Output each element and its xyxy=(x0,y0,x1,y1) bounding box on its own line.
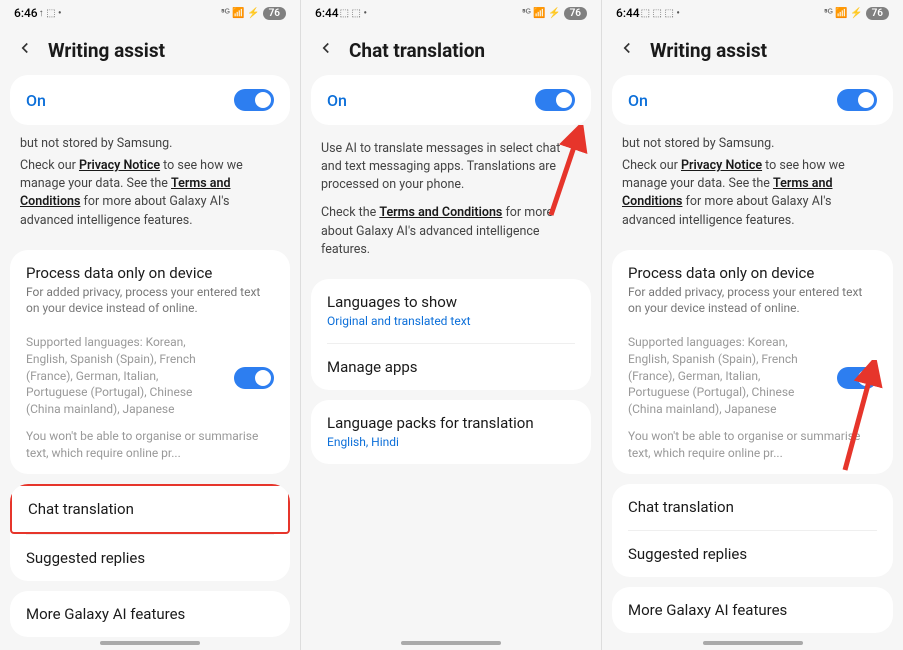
privacy-desc: Check our Privacy Notice to see how we m… xyxy=(20,157,280,230)
terms-link[interactable]: Terms and Conditions xyxy=(379,205,502,220)
status-time: 6:44 xyxy=(315,6,339,20)
languages-card: Languages to show Original and translate… xyxy=(311,279,591,390)
status-bar: 6:46 ↑ ⬚ • ⁵ᴳ 📶 ⚡ 76 xyxy=(0,0,300,24)
process-data-card: Process data only on device For added pr… xyxy=(612,250,893,474)
on-toggle-card[interactable]: On xyxy=(311,75,591,125)
on-label: On xyxy=(327,91,347,110)
chat-terms-desc: Check the Terms and Conditions for more … xyxy=(321,204,581,258)
process-data-toggle[interactable] xyxy=(837,367,877,389)
status-bar: 6:44 ⬚ ⬚ ⬚ • ⁵ᴳ 📶 ⚡ 76 xyxy=(602,0,903,24)
battery-indicator: 76 xyxy=(866,7,889,20)
home-indicator[interactable] xyxy=(100,641,200,645)
home-indicator[interactable] xyxy=(703,641,803,645)
on-toggle-card[interactable]: On xyxy=(10,75,290,125)
back-arrow-icon[interactable] xyxy=(618,38,636,63)
process-data-item[interactable]: Process data only on device For added pr… xyxy=(10,250,290,330)
process-data-card: Process data only on device For added pr… xyxy=(10,250,290,474)
phone-writing-assist-2: 6:44 ⬚ ⬚ ⬚ • ⁵ᴳ 📶 ⚡ 76 Writing assist On… xyxy=(602,0,903,650)
on-toggle-switch[interactable] xyxy=(535,89,575,111)
supported-languages: Supported languages: Korean, English, Sp… xyxy=(10,330,224,426)
privacy-notice-link[interactable]: Privacy Notice xyxy=(681,158,762,173)
languages-to-show-item[interactable]: Languages to show Original and translate… xyxy=(311,279,591,343)
clipped-text: but not stored by Samsung. xyxy=(0,135,300,157)
language-packs-card: Language packs for translation English, … xyxy=(311,400,591,464)
on-toggle-card[interactable]: On xyxy=(612,75,893,125)
chat-suggested-card: Chat translation Suggested replies xyxy=(612,484,893,577)
chat-suggested-card: Chat translation Suggested replies xyxy=(10,484,290,581)
back-arrow-icon[interactable] xyxy=(16,38,34,63)
status-icons-left: ⬚ ⬚ ⬚ • xyxy=(641,8,680,19)
back-arrow-icon[interactable] xyxy=(317,38,335,63)
more-features-card: More Galaxy AI features xyxy=(612,587,893,633)
phone-chat-translation: 6:44 ⬚ ⬚ • ⁵ᴳ 📶 ⚡ 76 Chat translation On… xyxy=(301,0,602,650)
battery-indicator: 76 xyxy=(564,7,587,20)
supported-languages: Supported languages: Korean, English, Sp… xyxy=(612,330,827,426)
chat-translation-item[interactable]: Chat translation xyxy=(612,484,893,530)
status-time: 6:44 xyxy=(616,6,640,20)
status-icons-right: ⁵ᴳ 📶 ⚡ xyxy=(824,8,863,19)
more-galaxy-ai-item[interactable]: More Galaxy AI features xyxy=(10,591,290,637)
more-galaxy-ai-item[interactable]: More Galaxy AI features xyxy=(612,587,893,633)
offline-warning: You won't be able to organise or summari… xyxy=(10,426,290,474)
language-packs-item[interactable]: Language packs for translation English, … xyxy=(311,400,591,464)
privacy-notice-link[interactable]: Privacy Notice xyxy=(79,158,160,173)
status-time: 6:46 xyxy=(14,6,38,20)
battery-indicator: 76 xyxy=(263,7,286,20)
status-icons-right: ⁵ᴳ 📶 ⚡ xyxy=(522,8,561,19)
page-header: Writing assist xyxy=(0,24,300,75)
on-toggle-switch[interactable] xyxy=(234,89,274,111)
clipped-text: but not stored by Samsung. xyxy=(602,135,903,157)
phone-writing-assist-1: 6:46 ↑ ⬚ • ⁵ᴳ 📶 ⚡ 76 Writing assist On b… xyxy=(0,0,301,650)
manage-apps-item[interactable]: Manage apps xyxy=(311,344,591,390)
page-title: Writing assist xyxy=(650,39,767,62)
suggested-replies-item[interactable]: Suggested replies xyxy=(10,535,290,581)
page-header: Writing assist xyxy=(602,24,903,75)
status-icons-left: ⬚ ⬚ • xyxy=(340,8,367,19)
status-icons-right: ⁵ᴳ 📶 ⚡ xyxy=(221,8,260,19)
chat-translation-item[interactable]: Chat translation xyxy=(10,484,290,534)
status-icons-left: ↑ ⬚ • xyxy=(39,8,62,19)
suggested-replies-item[interactable]: Suggested replies xyxy=(612,531,893,577)
home-indicator[interactable] xyxy=(401,641,501,645)
on-label: On xyxy=(628,91,648,110)
process-data-item[interactable]: Process data only on device For added pr… xyxy=(612,250,893,330)
offline-warning: You won't be able to organise or summari… xyxy=(612,426,893,474)
on-toggle-switch[interactable] xyxy=(837,89,877,111)
process-data-toggle[interactable] xyxy=(234,367,274,389)
page-title: Writing assist xyxy=(48,39,165,62)
page-title: Chat translation xyxy=(349,39,485,62)
chat-desc: Use AI to translate messages in select c… xyxy=(321,140,581,194)
status-bar: 6:44 ⬚ ⬚ • ⁵ᴳ 📶 ⚡ 76 xyxy=(301,0,601,24)
page-header: Chat translation xyxy=(301,24,601,75)
privacy-desc: Check our Privacy Notice to see how we m… xyxy=(622,157,883,230)
more-features-card: More Galaxy AI features xyxy=(10,591,290,637)
on-label: On xyxy=(26,91,46,110)
